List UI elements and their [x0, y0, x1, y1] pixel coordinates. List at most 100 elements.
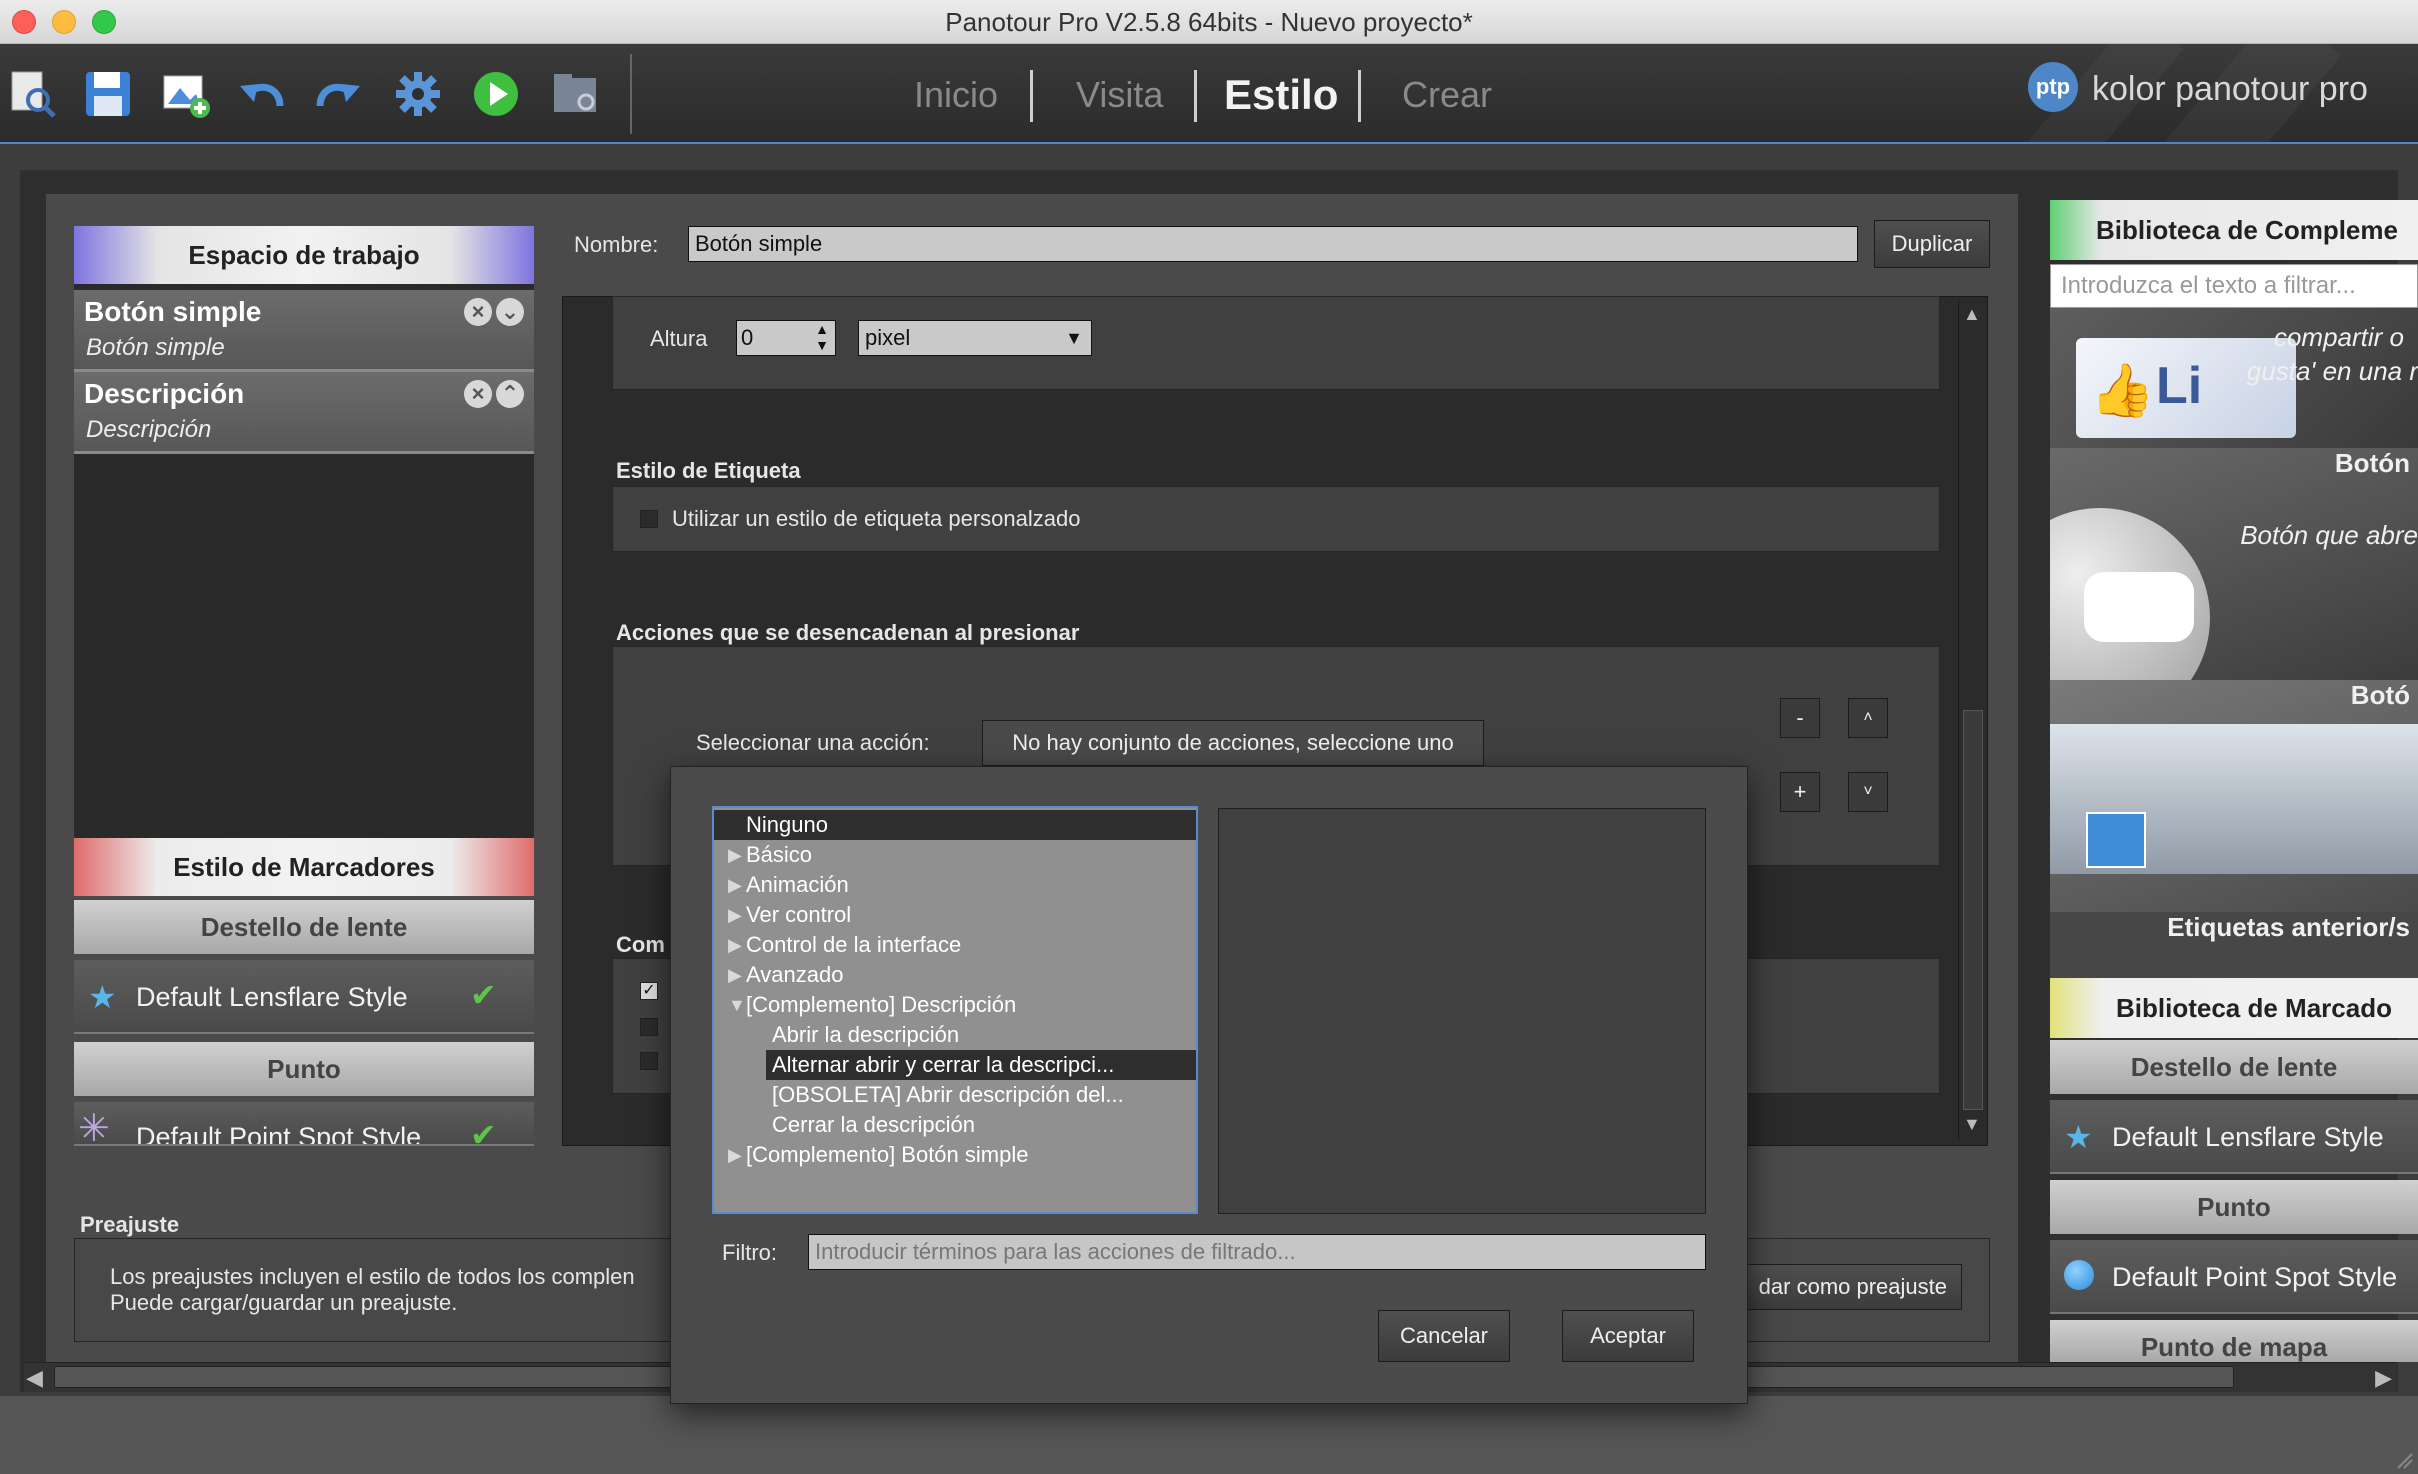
lensflare-style-label: Default Lensflare Style	[136, 982, 408, 1012]
duplicate-button[interactable]: Duplicar	[1874, 220, 1990, 268]
spot-burst-icon: ✳	[78, 1108, 110, 1146]
tab-separator	[1030, 70, 1033, 122]
workspace-item-subtitle: Descripción	[86, 416, 212, 443]
collapsed-arrow-icon[interactable]: ▶	[728, 870, 742, 900]
action-tree-item[interactable]: ▶ Ver control	[714, 900, 1196, 930]
plugin-tile-vr-button[interactable]: Botón Botón que abre	[2050, 448, 2418, 680]
settings-gear-icon[interactable]	[390, 66, 446, 122]
action-tree-item[interactable]: ▶ Avanzado	[714, 960, 1196, 990]
move-up-icon[interactable]: ⌃	[496, 380, 524, 408]
remove-icon[interactable]: ×	[464, 298, 492, 326]
plugin-library-header: Biblioteca de Compleme	[2050, 200, 2418, 260]
action-tree-item-label: Animación	[746, 872, 849, 897]
add-action-button[interactable]: +	[1780, 772, 1820, 812]
tab-inicio[interactable]: Inicio	[914, 70, 998, 120]
action-tree-item[interactable]: ▶ Básico	[714, 840, 1196, 870]
lensflare-style-label: Default Lensflare Style	[2112, 1122, 2384, 1152]
partial-checkbox-checked[interactable]: ✓	[640, 982, 658, 1000]
action-tree-item[interactable]: [OBSOLETA] Abrir descripción del...	[714, 1080, 1196, 1110]
redo-icon[interactable]	[310, 66, 366, 122]
custom-label-style-label: Utilizar un estilo de etiqueta personalz…	[672, 506, 1081, 531]
undo-icon[interactable]	[234, 66, 290, 122]
tab-visita[interactable]: Visita	[1076, 70, 1163, 120]
folder-search-icon[interactable]	[548, 66, 604, 122]
action-tree-item[interactable]: ▶ Control de la interface	[714, 930, 1196, 960]
accept-button[interactable]: Aceptar	[1562, 1310, 1694, 1362]
workspace-item-simple-button[interactable]: Botón simple Botón simple × ⌄	[74, 290, 534, 372]
resize-grip-icon[interactable]	[2396, 1440, 2414, 1470]
lensflare-style-item[interactable]: ★ Default Lensflare Style ✔	[74, 960, 534, 1034]
star-icon: ★	[2064, 1119, 2093, 1155]
plugin-tile-prev-next[interactable]: Botó Etiquetas anterior/s	[2050, 680, 2418, 912]
plugin-tile-social-share[interactable]: 👍 Li compartir o gusta' en una r	[2050, 308, 2418, 448]
height-spinbox[interactable]: 0 ▲ ▼	[736, 320, 836, 356]
label-style-section-title: Estilo de Etiqueta	[616, 458, 801, 483]
point-style-item[interactable]: Default Point Spot Style	[2050, 1240, 2418, 1314]
expanded-arrow-icon[interactable]: ▼	[728, 990, 746, 1020]
spinner-arrows-icon[interactable]: ▲ ▼	[815, 321, 829, 353]
action-tree-item[interactable]: Cerrar la descripción	[714, 1110, 1196, 1140]
move-action-down-button[interactable]: ˅	[1848, 772, 1888, 812]
collapsed-arrow-icon[interactable]: ▶	[728, 900, 742, 930]
scroll-right-arrow-icon[interactable]: ▶	[2375, 1365, 2392, 1391]
action-tree-item[interactable]: Abrir la descripción	[714, 1020, 1196, 1050]
map-point-section-header: Punto de mapa	[2050, 1320, 2418, 1362]
action-tree-item[interactable]: Ninguno	[714, 810, 1196, 840]
workspace-item-name: Botón simple	[84, 296, 262, 327]
action-tree-item[interactable]: ▶ Animación	[714, 870, 1196, 900]
select-action-button[interactable]: No hay conjunto de acciones, seleccione …	[982, 720, 1484, 766]
filter-label: Filtro:	[722, 1240, 777, 1265]
tab-separator	[1358, 70, 1361, 122]
checkmark-icon: ✔	[470, 1117, 497, 1146]
name-input[interactable]: Botón simple	[688, 226, 1858, 262]
brand-logo: ptp	[2028, 62, 2078, 112]
unit-select[interactable]: pixel ▼	[858, 320, 1092, 356]
add-image-icon[interactable]	[158, 66, 214, 122]
custom-label-style-checkbox[interactable]	[640, 510, 658, 528]
name-label: Nombre:	[574, 232, 659, 257]
plugin-title: Botón	[2334, 448, 2410, 478]
remove-icon[interactable]: ×	[464, 380, 492, 408]
action-tree-item[interactable]: Alternar abrir y cerrar la descripci...	[766, 1050, 1196, 1080]
scrollbar-thumb[interactable]	[1963, 710, 1983, 1110]
partial-section-title: Com	[616, 932, 665, 957]
vertical-scrollbar[interactable]: ▲ ▼	[1958, 300, 1986, 1140]
workspace-item-description[interactable]: Descripción Descripción × ⌃	[74, 372, 534, 454]
cancel-button[interactable]: Cancelar	[1378, 1310, 1510, 1362]
collapsed-arrow-icon[interactable]: ▶	[728, 930, 742, 960]
move-down-icon[interactable]: ⌄	[496, 298, 524, 326]
tab-estilo[interactable]: Estilo	[1224, 70, 1338, 120]
collapsed-arrow-icon[interactable]: ▶	[728, 1140, 742, 1170]
action-tree-item-label: Abrir la descripción	[772, 1022, 960, 1047]
save-icon[interactable]	[80, 66, 136, 122]
scroll-left-arrow-icon[interactable]: ◀	[26, 1365, 43, 1391]
scroll-down-arrow-icon[interactable]: ▼	[1963, 1114, 1981, 1135]
action-tree-item[interactable]: ▶ [Complemento] Botón simple	[714, 1140, 1196, 1170]
point-style-label: Default Point Spot Style	[136, 1122, 422, 1146]
preset-title: Preajuste	[80, 1212, 180, 1237]
library-filter-input[interactable]: Introduzca el texto a filtrar...	[2050, 264, 2418, 308]
move-action-up-button[interactable]: ˄	[1848, 698, 1888, 738]
vr-headset-icon	[2084, 572, 2194, 642]
plugin-caption: gusta' en una r	[2246, 356, 2418, 386]
partial-checkbox[interactable]	[640, 1018, 658, 1036]
remove-action-button[interactable]: -	[1780, 698, 1820, 738]
collapsed-arrow-icon[interactable]: ▶	[728, 960, 742, 990]
plugin-caption: compartir o	[2273, 322, 2404, 352]
checkmark-icon: ✔	[470, 977, 497, 1013]
collapsed-arrow-icon[interactable]: ▶	[728, 840, 742, 870]
action-tree[interactable]: Ninguno ▶ Básico ▶ Animación ▶ Ver control ▶ Con…	[712, 806, 1198, 1214]
brand-name: kolor panotour pro	[2092, 70, 2368, 108]
point-style-item[interactable]: ✳ Default Point Spot Style ✔	[74, 1102, 534, 1146]
scroll-up-arrow-icon[interactable]: ▲	[1963, 304, 1981, 325]
action-filter-input[interactable]: Introducir términos para las acciones de…	[808, 1234, 1706, 1270]
lensflare-style-item[interactable]: ★ Default Lensflare Style	[2050, 1100, 2418, 1174]
tab-crear[interactable]: Crear	[1402, 70, 1492, 120]
search-document-icon[interactable]	[4, 66, 60, 122]
point-section-header: Punto	[74, 1042, 534, 1096]
partial-checkbox[interactable]	[640, 1052, 658, 1070]
action-tree-item[interactable]: ▼ [Complemento] Descripción	[714, 990, 1196, 1020]
play-icon[interactable]	[468, 66, 524, 122]
workspace-item-name: Descripción	[84, 378, 245, 409]
action-tree-item-label: [Complemento] Descripción	[746, 992, 1017, 1017]
